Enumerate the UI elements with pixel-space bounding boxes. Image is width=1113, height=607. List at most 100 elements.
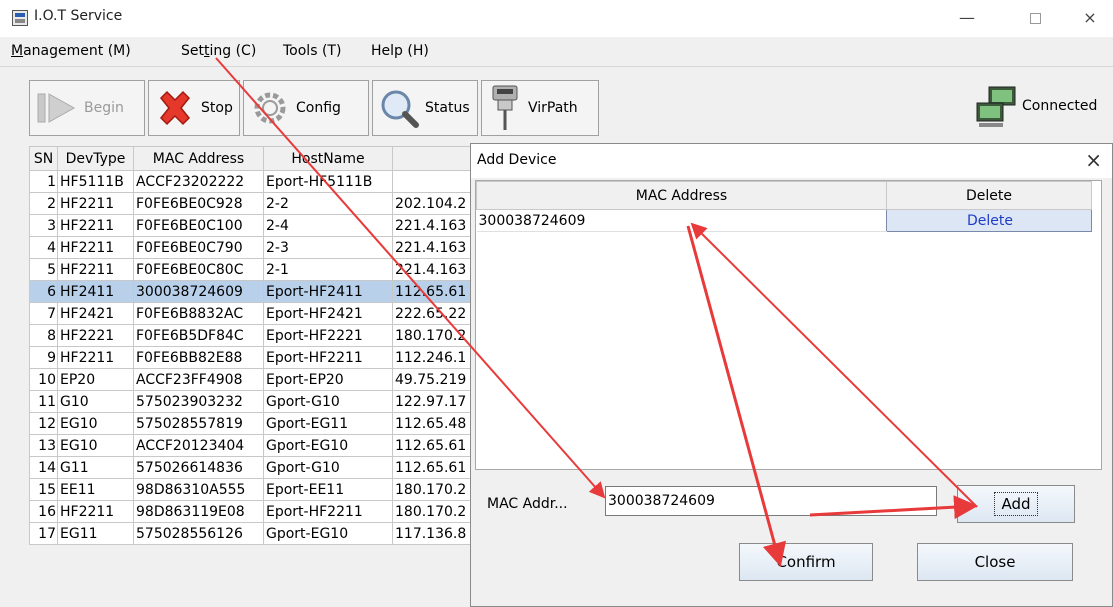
cell-sn: 8 xyxy=(29,324,58,347)
menu-management[interactable]: Management (M) xyxy=(11,43,131,59)
menu-setting[interactable]: Setting (C) xyxy=(181,43,256,59)
serial-connector-icon xyxy=(492,85,518,130)
status-label: Status xyxy=(425,100,470,116)
config-button[interactable]: Config xyxy=(243,80,369,136)
cell-devtype: HF2221 xyxy=(57,324,134,347)
menu-help[interactable]: Help (H) xyxy=(371,43,429,59)
cell-hostname: Eport-HF2421 xyxy=(263,302,393,325)
cell-hostname: Gport-G10 xyxy=(263,456,393,479)
cell-hostname: Eport-HF2211 xyxy=(263,346,393,369)
table-row[interactable]: 11 G10 575023903232 Gport-G10 122.97.17 xyxy=(29,390,478,413)
cell-hostname: Gport-EG10 xyxy=(263,434,393,457)
col-devtype[interactable]: DevType xyxy=(57,146,134,171)
mac-address-label: MAC Addr... xyxy=(487,496,568,512)
play-icon xyxy=(37,93,76,123)
minimize-button[interactable]: — xyxy=(944,4,990,32)
cell-devtype: HF2211 xyxy=(57,346,134,369)
table-row[interactable]: 9 HF2211 F0FE6BB82E88 Eport-HF2211 112.246.1 xyxy=(29,346,478,369)
add-device-dialog: Add Device × MAC Address Delete 30003872… xyxy=(470,143,1113,607)
table-row[interactable]: 1 HF5111B ACCF23202222 Eport-HF5111B xyxy=(29,170,478,193)
col-hostname[interactable]: HostName xyxy=(263,146,393,171)
cell-devtype: EG11 xyxy=(57,522,134,545)
cell-mac: ACCF20123404 xyxy=(133,434,264,457)
cell-sn: 12 xyxy=(29,412,58,435)
virpath-label: VirPath xyxy=(528,100,578,116)
table-row[interactable]: 7 HF2421 F0FE6B8832AC Eport-HF2421 222.65.22 xyxy=(29,302,478,325)
app-icon xyxy=(12,10,28,26)
table-row[interactable]: 16 HF2211 98D863119E08 Eport-HF2211 180.170.… xyxy=(29,500,478,523)
cell-mac: F0FE6B5DF84C xyxy=(133,324,264,347)
config-label: Config xyxy=(296,100,341,116)
mac-list-header: MAC Address Delete xyxy=(476,181,1092,210)
cell-hostname: Gport-G10 xyxy=(263,390,393,413)
cell-sn: 9 xyxy=(29,346,58,369)
dialog-title: Add Device xyxy=(477,152,557,168)
cell-mac: 575028556126 xyxy=(133,522,264,545)
cell-ip: 112.65.61 xyxy=(392,280,478,303)
cell-sn: 6 xyxy=(29,280,58,303)
table-row[interactable]: 6 HF2411 300038724609 Eport-HF2411 112.65.61 xyxy=(29,280,478,303)
status-button[interactable]: Status xyxy=(372,80,478,136)
table-row[interactable]: 4 HF2211 F0FE6BE0C790 2-3 221.4.163 xyxy=(29,236,478,259)
close-window-button[interactable]: × xyxy=(1067,4,1113,32)
mac-address-input[interactable]: 300038724609 xyxy=(605,486,937,516)
table-header: SN DevType MAC Address HostName I xyxy=(29,146,478,171)
cell-devtype: HF2211 xyxy=(57,192,134,215)
table-row[interactable]: 10 EP20 ACCF23FF4908 Eport-EP20 49.75.219 xyxy=(29,368,478,391)
table-row[interactable]: 15 EE11 98D86310A555 Eport-EE11 180.170.2 xyxy=(29,478,478,501)
cell-hostname: Eport-HF2211 xyxy=(263,500,393,523)
cell-hostname: Gport-EG11 xyxy=(263,412,393,435)
menu-setting-pre: Set xyxy=(181,43,204,59)
cell-hostname: Eport-EE11 xyxy=(263,478,393,501)
window-title: I.O.T Service xyxy=(34,8,123,24)
table-row[interactable]: 13 EG10 ACCF20123404 Gport-EG10 112.65.61 xyxy=(29,434,478,457)
virpath-button[interactable]: VirPath xyxy=(481,80,599,136)
col-dialog-delete[interactable]: Delete xyxy=(886,181,1092,210)
dialog-title-bar: Add Device × xyxy=(471,144,1112,178)
cell-hostname: Eport-HF2411 xyxy=(263,280,393,303)
menu-setting-post: ing (C) xyxy=(209,43,257,59)
table-row[interactable]: 12 EG10 575028557819 Gport-EG11 112.65.48 xyxy=(29,412,478,435)
cell-ip: 112.65.48 xyxy=(392,412,478,435)
cell-ip: 221.4.163 xyxy=(392,258,478,281)
cell-ip: 117.136.8 xyxy=(392,522,478,545)
mac-list-area: MAC Address Delete 300038724609 Delete xyxy=(475,180,1102,470)
table-row[interactable]: 3 HF2211 F0FE6BE0C100 2-4 221.4.163 xyxy=(29,214,478,237)
table-row[interactable]: 2 HF2211 F0FE6BE0C928 2-2 202.104.2 xyxy=(29,192,478,215)
cell-devtype: EG10 xyxy=(57,412,134,435)
col-mac-address[interactable]: MAC Address xyxy=(133,146,264,171)
cell-ip: 112.246.1 xyxy=(392,346,478,369)
cell-ip: 49.75.219 xyxy=(392,368,478,391)
add-button[interactable]: Add xyxy=(957,485,1075,523)
cell-hostname: Eport-HF5111B xyxy=(263,170,393,193)
col-sn[interactable]: SN xyxy=(29,146,58,171)
title-bar: I.O.T Service — × xyxy=(0,0,1113,37)
table-row[interactable]: 14 G11 575026614836 Gport-G10 112.65.61 xyxy=(29,456,478,479)
cell-mac: 575023903232 xyxy=(133,390,264,413)
cell-ip: 112.65.61 xyxy=(392,434,478,457)
cell-devtype: HF5111B xyxy=(57,170,134,193)
col-dialog-mac[interactable]: MAC Address xyxy=(476,181,887,210)
close-button[interactable]: Close xyxy=(917,543,1073,581)
cell-devtype: HF2411 xyxy=(57,280,134,303)
cell-ip xyxy=(392,170,478,193)
cell-sn: 14 xyxy=(29,456,58,479)
cell-hostname: Eport-HF2221 xyxy=(263,324,393,347)
dialog-close-icon[interactable]: × xyxy=(1085,148,1102,172)
cell-devtype: HF2211 xyxy=(57,258,134,281)
table-row[interactable]: 8 HF2221 F0FE6B5DF84C Eport-HF2221 180.170.2 xyxy=(29,324,478,347)
table-row[interactable]: 5 HF2211 F0FE6BE0C80C 2-1 221.4.163 xyxy=(29,258,478,281)
cell-sn: 17 xyxy=(29,522,58,545)
cell-hostname: 2-4 xyxy=(263,214,393,237)
gear-icon xyxy=(254,92,286,124)
maximize-button[interactable] xyxy=(1012,4,1058,32)
begin-button[interactable]: Begin xyxy=(29,80,145,136)
confirm-button[interactable]: Confirm xyxy=(739,543,873,581)
stop-button[interactable]: Stop xyxy=(148,80,240,136)
mac-list-row[interactable]: 300038724609 Delete xyxy=(476,209,1092,232)
col-ip[interactable]: I xyxy=(392,146,478,171)
table-row[interactable]: 17 EG11 575028556126 Gport-EG10 117.136.8 xyxy=(29,522,478,545)
delete-button[interactable]: Delete xyxy=(886,209,1092,232)
device-table: SN DevType MAC Address HostName I 1HF511… xyxy=(29,146,478,545)
menu-tools[interactable]: Tools (T) xyxy=(283,43,341,59)
